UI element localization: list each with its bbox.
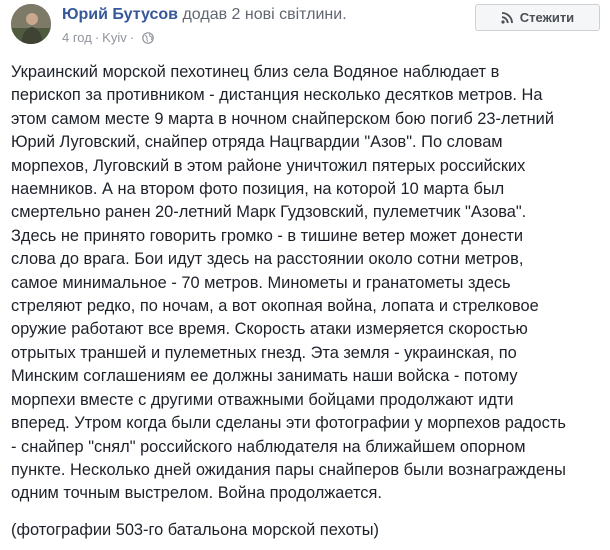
post-meta: 4 год · Kyiv · xyxy=(62,30,154,45)
post-timestamp[interactable]: 4 год xyxy=(62,30,92,45)
post-text-line: отрытых траншей и пулеметных гнезд. Эта … xyxy=(11,343,517,362)
author-line: Юрий Бутусов додав 2 нові світлини. xyxy=(62,6,347,24)
post-text-line: смертельно ранен 20-летний Марк Гудзовск… xyxy=(11,203,527,222)
post-body: Украинский морской пехотинец близ села В… xyxy=(11,61,605,506)
post-text-line: вперед. Утром когда были сделаны эти фот… xyxy=(11,414,566,433)
author-avatar[interactable] xyxy=(11,4,51,44)
post-text-line: Украинский морской пехотинец близ села В… xyxy=(11,63,500,81)
author-name-link[interactable]: Юрий Бутусов xyxy=(62,6,178,23)
rss-icon xyxy=(501,11,513,24)
post-text-line: этом самом месте 9 марта в ночном снайпе… xyxy=(11,109,554,128)
post-caption: (фотографии 503-го батальона морской пех… xyxy=(11,521,379,539)
post-text-line: одним точным выстрелом. Война продолжает… xyxy=(11,484,382,503)
post-text-line: оружие работают все время. Скорость атак… xyxy=(11,320,528,339)
post-text-line: наемников. А на втором фото позиция, на … xyxy=(11,180,505,199)
post-text-line: - снайпер "снял" российского наблюдателя… xyxy=(11,437,526,456)
post-text-line: Здесь не принято говорить громко - в тиш… xyxy=(11,226,524,245)
meta-separator: · xyxy=(94,30,100,45)
post-text-line: стреляют редко, по ночам, а вот окопная … xyxy=(11,297,539,316)
post-text-line: перископ за противником - дистанция неск… xyxy=(11,86,543,105)
post-text-line: Юрий Луговский, снайпер отряда Нацгварди… xyxy=(11,133,503,152)
post-action-text: додав 2 нові світлини. xyxy=(182,6,347,23)
post-header: Юрий Бутусов додав 2 нові світлини. 4 го… xyxy=(0,0,610,58)
follow-button-label: Стежити xyxy=(519,10,575,25)
post-text-line: морпехи вместе с другими отважными бойца… xyxy=(11,390,514,409)
meta-separator: · xyxy=(129,30,135,45)
avatar-photo-icon xyxy=(11,4,51,44)
post-text-line: пункте. Несколько дней ожидания пары сна… xyxy=(11,460,566,479)
globe-icon[interactable] xyxy=(142,31,154,44)
post-location-link[interactable]: Kyiv xyxy=(102,30,127,45)
post-text-line: самое минимальное - 70 метров. Минометы … xyxy=(11,273,511,292)
post-text-line: морпехов, Луговский в этом районе уничто… xyxy=(11,156,526,175)
post-text-line: слова до врага. Бои идут здесь на рассто… xyxy=(11,250,524,269)
post-text-line: Минским соглашениям ее должны занимать н… xyxy=(11,367,518,386)
follow-button[interactable]: Стежити xyxy=(475,4,600,31)
